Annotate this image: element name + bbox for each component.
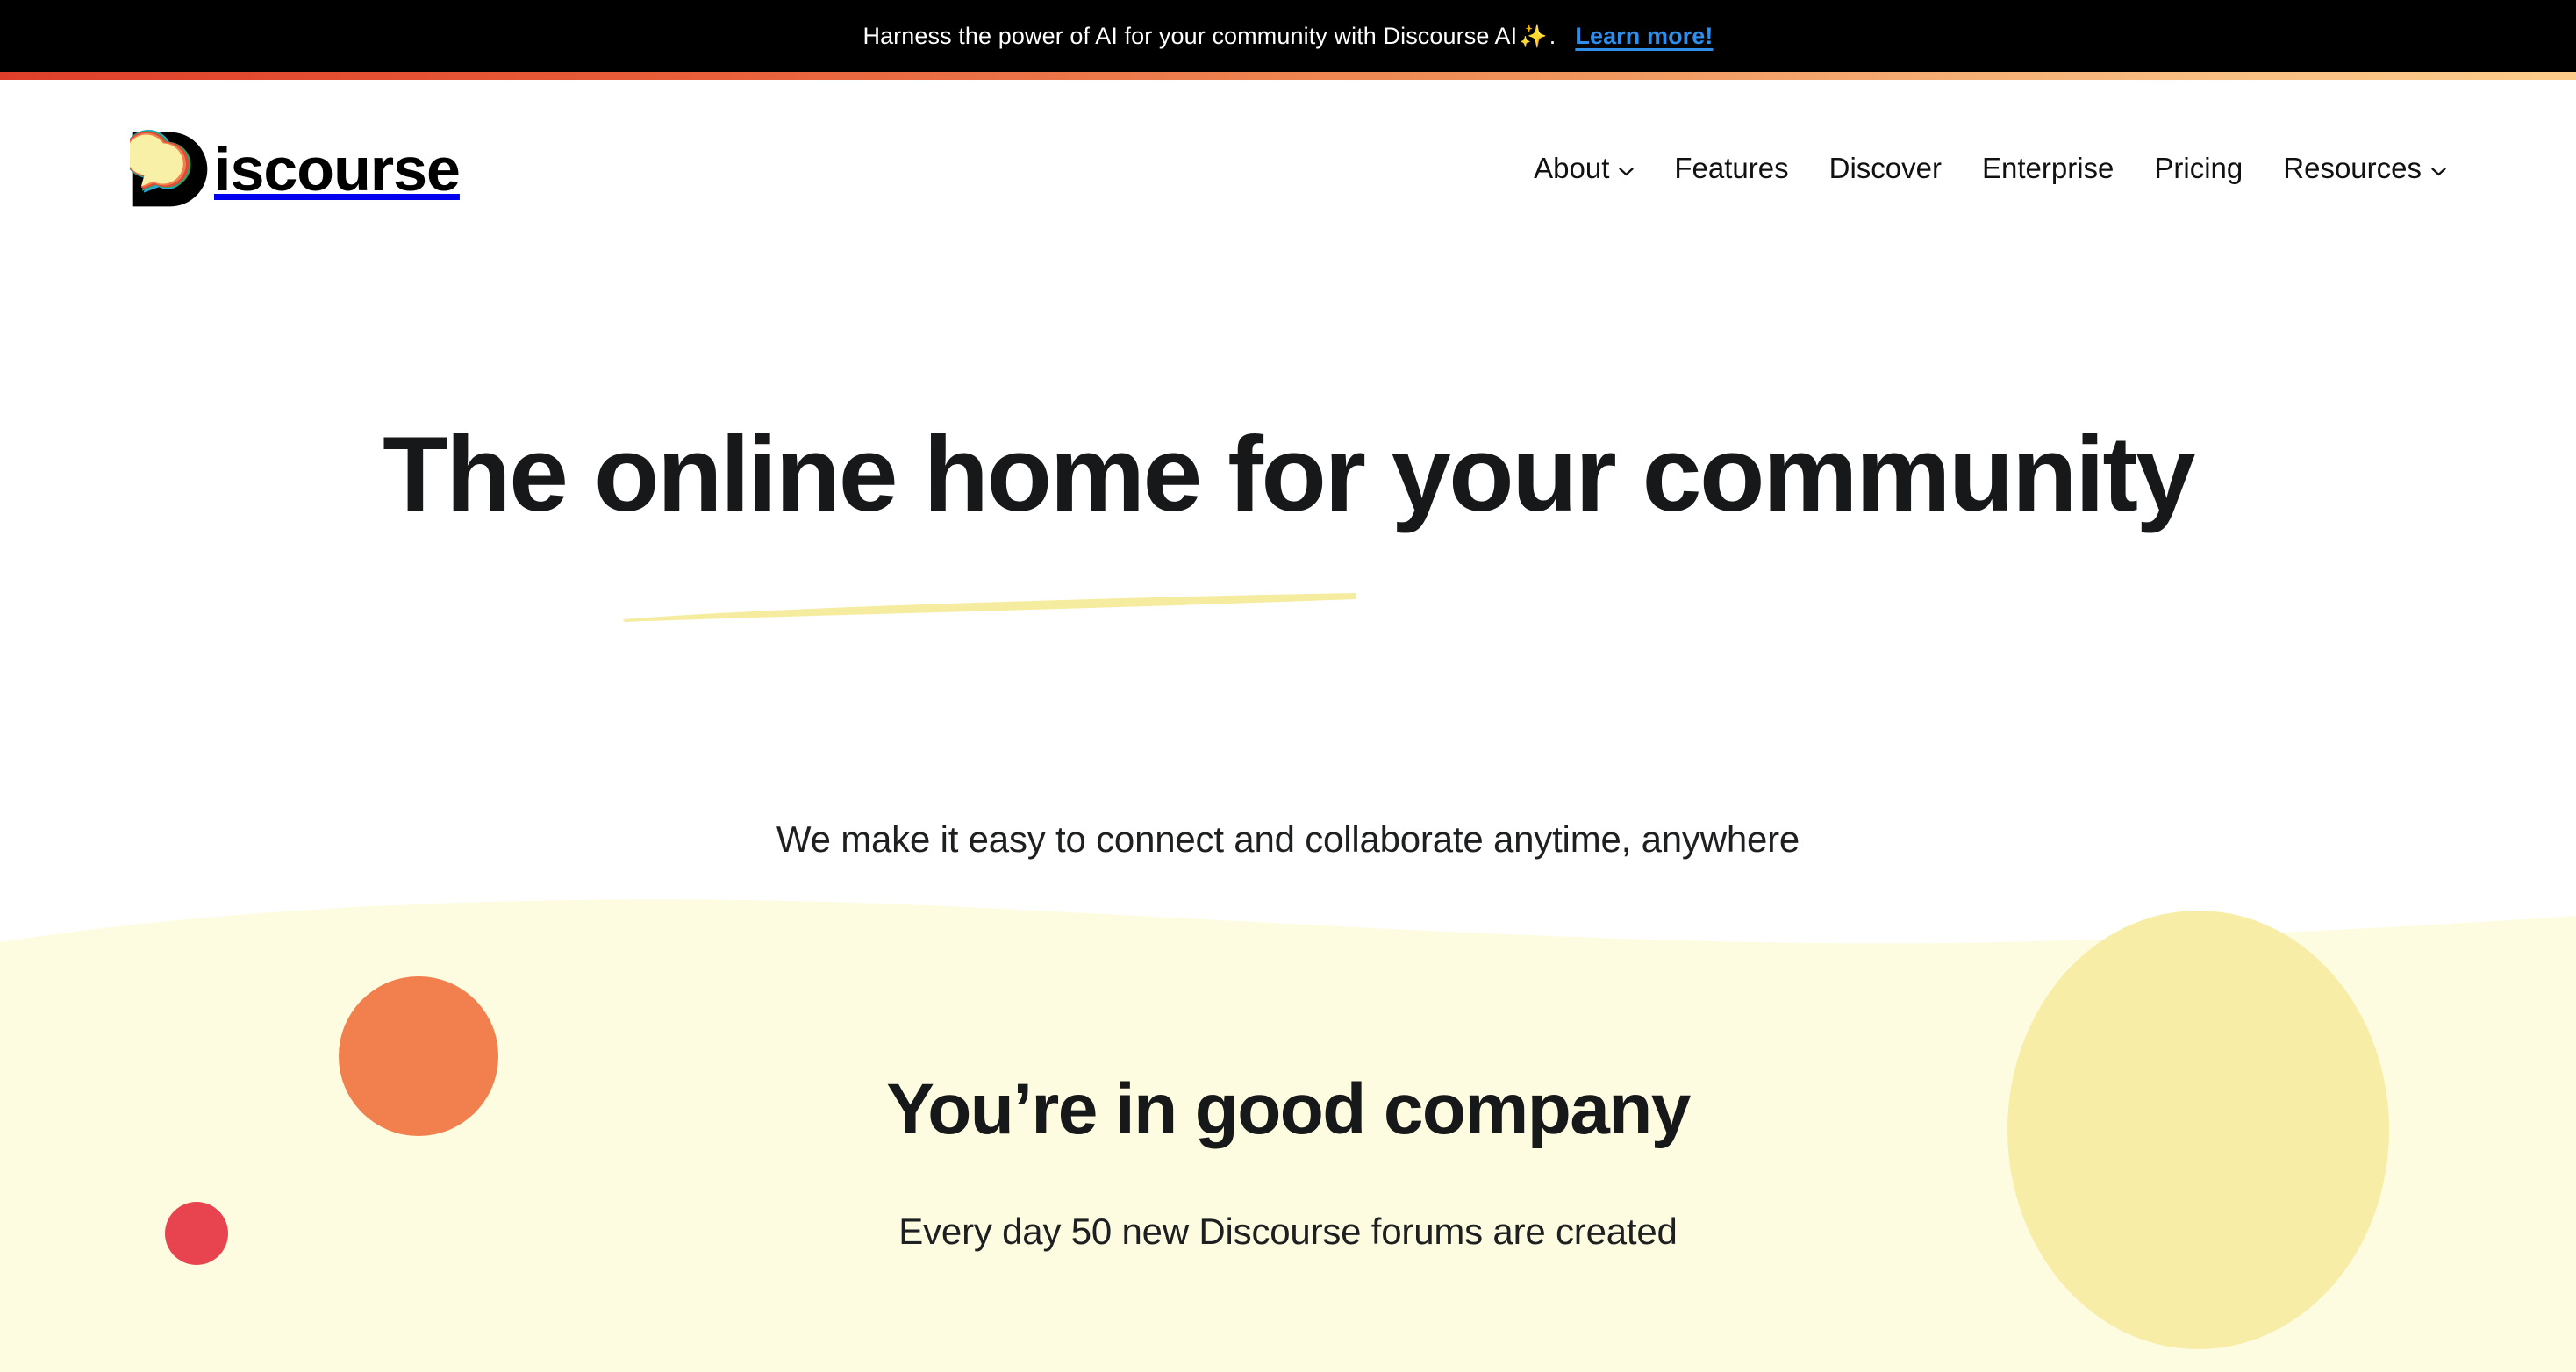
nav-item-pricing[interactable]: Pricing bbox=[2134, 152, 2263, 185]
chevron-down-icon bbox=[1619, 168, 1635, 176]
nav-label-about: About bbox=[1534, 152, 1610, 184]
main-navigation: About Features Discover Enterprise Prici… bbox=[1513, 152, 2446, 185]
discourse-logo-icon bbox=[130, 129, 211, 210]
site-header: iscourse About Features Discover Enterpr… bbox=[0, 80, 2576, 238]
brand-wordmark: iscourse bbox=[214, 135, 461, 204]
announcement-text: Harness the power of AI for your communi… bbox=[862, 23, 1713, 50]
announcement-message: Harness the power of AI for your communi… bbox=[862, 22, 1518, 49]
announcement-punctuation: . bbox=[1549, 22, 1556, 49]
nav-item-resources[interactable]: Resources bbox=[2263, 152, 2446, 185]
nav-label-enterprise: Enterprise bbox=[1981, 152, 2114, 184]
decorative-red-circle bbox=[165, 1202, 228, 1265]
hero-section: The online home for your community We ma… bbox=[0, 238, 2576, 1057]
announcement-bar: Harness the power of AI for your communi… bbox=[0, 0, 2576, 72]
nav-label-discover: Discover bbox=[1828, 152, 1942, 184]
hero-title-wrap: The online home for your community bbox=[0, 418, 2576, 622]
nav-item-features[interactable]: Features bbox=[1654, 152, 1808, 185]
highlight-brushstroke-icon bbox=[621, 530, 1358, 622]
gradient-divider bbox=[0, 72, 2576, 80]
discourse-logo[interactable]: iscourse bbox=[130, 129, 461, 210]
good-company-title: You’re in good company bbox=[886, 1069, 1691, 1149]
good-company-section: You’re in good company Every day 50 new … bbox=[0, 877, 2576, 1372]
nav-label-pricing: Pricing bbox=[2154, 152, 2243, 184]
sparkles-icon: ✨ bbox=[1519, 22, 1548, 49]
page-title: The online home for your community bbox=[383, 418, 2195, 622]
nav-item-enterprise[interactable]: Enterprise bbox=[1962, 152, 2134, 185]
learn-more-link[interactable]: Learn more! bbox=[1575, 23, 1713, 50]
nav-label-resources: Resources bbox=[2283, 152, 2422, 184]
hero-title-text: The online home for your community bbox=[383, 414, 2195, 533]
good-company-subtitle: Every day 50 new Discourse forums are cr… bbox=[898, 1211, 1678, 1252]
nav-item-discover[interactable]: Discover bbox=[1809, 152, 1962, 185]
nav-item-about[interactable]: About bbox=[1513, 152, 1654, 185]
chevron-down-icon bbox=[2431, 168, 2446, 176]
hero-subtitle: We make it easy to connect and collabora… bbox=[776, 818, 1800, 860]
nav-label-features: Features bbox=[1674, 152, 1789, 184]
